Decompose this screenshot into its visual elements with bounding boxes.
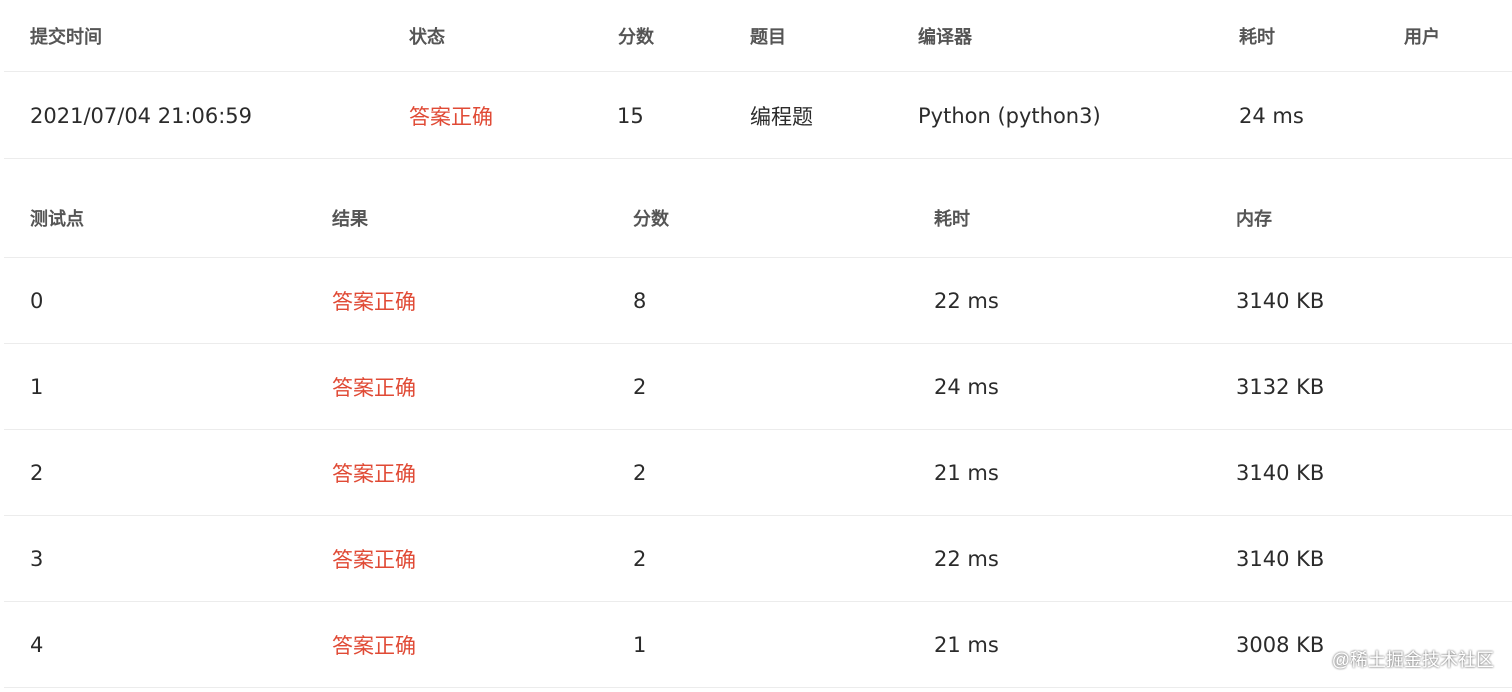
- test-row: 0 答案正确 8 22 ms 3140 KB: [4, 258, 1512, 344]
- header-user: 用户: [1404, 27, 1440, 48]
- submission-row: 2021/07/04 21:06:59 答案正确 15 编程题 Python (…: [4, 72, 1512, 159]
- test-time: 22 ms: [934, 547, 999, 571]
- test-memory: 3140 KB: [1236, 547, 1325, 571]
- test-memory: 3140 KB: [1236, 289, 1325, 313]
- header-compiler: 编译器: [918, 27, 972, 48]
- test-time: 21 ms: [934, 633, 999, 657]
- watermark: @稀土掘金技术社区: [1331, 650, 1494, 670]
- test-time: 24 ms: [934, 375, 999, 399]
- test-row: 2 答案正确 2 21 ms 3140 KB: [4, 430, 1512, 516]
- tests-table-header: 测试点 结果 分数 耗时 内存: [4, 159, 1512, 258]
- submission-status[interactable]: 答案正确: [409, 72, 493, 159]
- test-score: 2: [633, 461, 647, 485]
- test-memory: 3132 KB: [1236, 375, 1325, 399]
- test-result: 答案正确: [332, 634, 416, 658]
- test-id: 2: [30, 461, 44, 485]
- submission-problem[interactable]: 编程题: [750, 72, 813, 159]
- test-time: 21 ms: [934, 461, 999, 485]
- test-row: 3 答案正确 2 22 ms 3140 KB: [4, 516, 1512, 602]
- test-result: 答案正确: [332, 290, 416, 314]
- test-row: 1 答案正确 2 24 ms 3132 KB: [4, 344, 1512, 430]
- test-memory: 3008 KB: [1236, 633, 1325, 657]
- header-status: 状态: [409, 27, 445, 48]
- test-score: 2: [633, 375, 647, 399]
- submission-table-header: 提交时间 状态 分数 题目 编译器 耗时 用户: [4, 0, 1512, 72]
- header-score: 分数: [618, 27, 654, 48]
- test-result: 答案正确: [332, 376, 416, 400]
- test-id: 4: [30, 633, 44, 657]
- test-time: 22 ms: [934, 289, 999, 313]
- test-result: 答案正确: [332, 548, 416, 572]
- test-memory: 3140 KB: [1236, 461, 1325, 485]
- test-id: 0: [30, 289, 44, 313]
- submission-compiler: Python (python3): [918, 103, 1101, 128]
- header-elapsed: 耗时: [1239, 27, 1275, 48]
- test-score: 2: [633, 547, 647, 571]
- test-result: 答案正确: [332, 462, 416, 486]
- submission-elapsed: 24 ms: [1239, 103, 1304, 128]
- header-submit-time: 提交时间: [30, 27, 102, 48]
- submission-time: 2021/07/04 21:06:59: [30, 103, 253, 128]
- test-score: 8: [633, 289, 647, 313]
- test-id: 1: [30, 375, 44, 399]
- submission-result-page: 提交时间 状态 分数 题目 编译器 耗时 用户 2021/07/04 21:06…: [0, 0, 1512, 692]
- submission-score: 15: [617, 103, 644, 128]
- test-id: 3: [30, 547, 44, 571]
- test-score: 1: [633, 633, 647, 657]
- header-problem: 题目: [750, 27, 786, 48]
- test-row: 4 答案正确 1 21 ms 3008 KB: [4, 602, 1512, 688]
